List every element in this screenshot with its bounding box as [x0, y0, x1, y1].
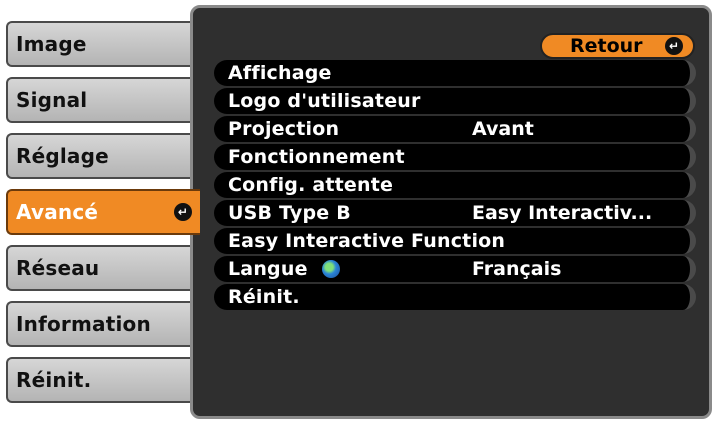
menu-item-langue[interactable]: Langue Français [214, 256, 696, 282]
menu-item-label: Easy Interactive Function [228, 230, 506, 252]
tab-avance[interactable]: Avancé ↵ [6, 189, 200, 235]
retour-button[interactable]: Retour ↵ [540, 33, 695, 59]
menu-item-label: Fonctionnement [228, 146, 405, 168]
tab-reglage[interactable]: Réglage [6, 133, 200, 179]
tab-image[interactable]: Image [6, 21, 200, 67]
tab-label: Réglage [16, 144, 109, 168]
tab-label: Réseau [16, 256, 100, 280]
tab-information[interactable]: Information [6, 301, 200, 347]
menu-item-label: Logo d'utilisateur [228, 90, 421, 112]
globe-icon [322, 260, 340, 278]
tab-label: Information [16, 312, 151, 336]
menu-item-fonctionnement[interactable]: Fonctionnement [214, 144, 696, 170]
menu-item-value: Easy Interactiv... [472, 202, 653, 224]
menu-item-label: Projection [228, 118, 340, 140]
menu-item-logo-utilisateur[interactable]: Logo d'utilisateur [214, 88, 696, 114]
enter-icon: ↵ [174, 203, 192, 221]
tab-label: Réinit. [16, 368, 92, 392]
tab-label: Signal [16, 88, 88, 112]
tab-label: Image [16, 32, 87, 56]
tab-reinit[interactable]: Réinit. [6, 357, 200, 403]
menu-item-reinit[interactable]: Réinit. [214, 284, 696, 310]
menu-item-label: Langue [228, 258, 308, 280]
menu-item-label: Config. attente [228, 174, 394, 196]
sidebar: Image Signal Réglage Avancé ↵ Réseau Inf… [0, 0, 210, 423]
menu-item-usb-type-b[interactable]: USB Type B Easy Interactiv... [214, 200, 696, 226]
menu-item-label: USB Type B [228, 202, 351, 224]
menu-item-affichage[interactable]: Affichage [214, 60, 696, 86]
menu-item-value: Français [472, 258, 562, 280]
tab-label: Avancé [16, 200, 99, 224]
enter-icon: ↵ [665, 37, 683, 55]
retour-label: Retour [570, 35, 643, 57]
menu-item-value: Avant [472, 118, 534, 140]
menu-item-label: Affichage [228, 62, 332, 84]
tab-signal[interactable]: Signal [6, 77, 200, 123]
tab-reseau[interactable]: Réseau [6, 245, 200, 291]
menu-item-easy-interactive-function[interactable]: Easy Interactive Function [214, 228, 696, 254]
menu-item-config-attente[interactable]: Config. attente [214, 172, 696, 198]
menu-item-label: Réinit. [228, 286, 300, 308]
menu-item-projection[interactable]: Projection Avant [214, 116, 696, 142]
